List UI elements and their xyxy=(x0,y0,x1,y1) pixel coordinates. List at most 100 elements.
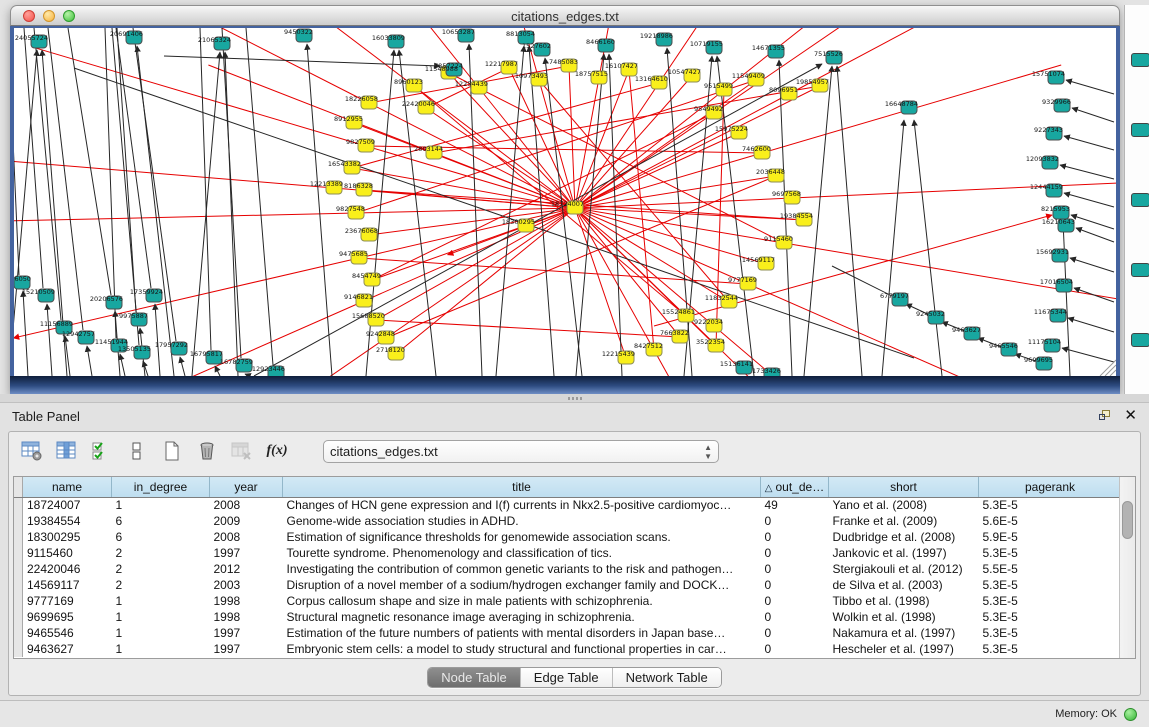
new-column-icon[interactable] xyxy=(159,438,185,464)
float-panel-icon[interactable] xyxy=(1099,410,1112,422)
graph-edge[interactable] xyxy=(47,304,52,376)
graph-edge[interactable] xyxy=(14,213,356,221)
table-row[interactable]: 911546021997Tourette syndrome. Phenomeno… xyxy=(14,545,1122,561)
row-selection-icon[interactable] xyxy=(89,438,115,464)
graph-edge[interactable] xyxy=(837,66,862,376)
row-gutter xyxy=(14,641,23,657)
graph-edge[interactable] xyxy=(575,113,714,208)
table-gutter xyxy=(14,477,23,497)
graph-edge[interactable] xyxy=(1064,136,1114,150)
graph-edge[interactable] xyxy=(23,291,28,376)
column-header-name[interactable]: name xyxy=(23,477,112,497)
graph-edge[interactable] xyxy=(914,120,942,376)
function-builder-icon[interactable]: f(x) xyxy=(264,438,290,464)
table-cell: 0 xyxy=(761,529,829,545)
graph-edge[interactable] xyxy=(575,208,680,337)
graph-node-label: 9699695 xyxy=(1024,356,1053,364)
graph-edge[interactable] xyxy=(87,346,92,376)
graph-edge[interactable] xyxy=(14,156,334,188)
delete-column-icon[interactable] xyxy=(194,438,220,464)
graph-edge[interactable] xyxy=(24,28,43,288)
graph-edge[interactable] xyxy=(14,28,19,275)
graph-edge[interactable] xyxy=(1076,228,1114,242)
graph-edge[interactable] xyxy=(1070,258,1114,272)
table-row[interactable]: 946362711997Embryonic stem cells: a mode… xyxy=(14,641,1122,657)
table-row[interactable]: 977716911998Corpus callosum shape and si… xyxy=(14,593,1122,609)
table-row[interactable]: 1830029562008Estimation of significance … xyxy=(14,529,1122,545)
table-scrollbar-thumb[interactable] xyxy=(1122,501,1133,539)
graph-node-label: 11549409 xyxy=(732,72,765,80)
graph-edge[interactable] xyxy=(84,338,386,376)
tab-node-table[interactable]: Node Table xyxy=(428,668,520,687)
column-header-pagerank[interactable]: pagerank xyxy=(979,477,1122,497)
graph-edge[interactable] xyxy=(200,28,211,350)
graph-edge[interactable] xyxy=(1060,165,1114,179)
graph-edge[interactable] xyxy=(225,52,238,376)
graph-edge[interactable] xyxy=(1105,365,1116,376)
graph-edge[interactable] xyxy=(307,44,332,376)
graph-edge[interactable] xyxy=(48,28,83,330)
graph-edge[interactable] xyxy=(1074,288,1114,302)
graph-edge[interactable] xyxy=(246,28,273,365)
graph-edge[interactable] xyxy=(164,56,440,66)
table-cell: 14569117 xyxy=(23,577,112,593)
table-scrollbar[interactable] xyxy=(1119,477,1135,658)
column-header-in_degree[interactable]: in_degree xyxy=(112,477,210,497)
column-header-out_de[interactable]: △out_de… xyxy=(761,477,829,497)
table-cell: Investigating the contribution of common… xyxy=(283,561,761,577)
table-row[interactable]: 946554611997Estimation of the future num… xyxy=(14,625,1122,641)
graph-edge[interactable] xyxy=(359,208,575,258)
graph-edge[interactable] xyxy=(34,28,61,320)
window-titlebar[interactable]: citations_edges.txt xyxy=(10,5,1120,26)
network-view-frame: 1872400718226058891295598275091654338212… xyxy=(10,26,1120,394)
graph-edge[interactable] xyxy=(372,113,714,280)
graph-edge[interactable] xyxy=(180,357,185,376)
graph-edge[interactable] xyxy=(222,28,241,358)
desktop: citations_edges.txt 18724007182260588912… xyxy=(0,0,1149,727)
graph-edge[interactable] xyxy=(792,182,1116,198)
graph-edge[interactable] xyxy=(116,28,151,288)
graph-edge[interactable] xyxy=(155,304,160,376)
table-row[interactable]: 1938455462009Genome-wide association stu… xyxy=(14,513,1122,529)
table-cell: 5.3E-5 xyxy=(979,641,1122,657)
graph-edge[interactable] xyxy=(1071,215,1114,229)
graph-node-label: 12215439 xyxy=(602,350,635,358)
table-row[interactable]: 1872400712008Changes of HCN gene express… xyxy=(14,497,1122,513)
show-columns-icon[interactable] xyxy=(54,438,80,464)
graph-edge[interactable] xyxy=(120,354,125,376)
table-row[interactable]: 1456911722003Disruption of a novel membe… xyxy=(14,577,1122,593)
tab-network-table[interactable]: Network Table xyxy=(612,668,721,687)
graph-edge[interactable] xyxy=(1064,193,1114,207)
graph-edge[interactable] xyxy=(396,208,575,354)
table-cell: 0 xyxy=(761,513,829,529)
graph-edge[interactable] xyxy=(1072,108,1114,122)
graph-edge[interactable] xyxy=(215,366,220,376)
row-gutter xyxy=(14,545,23,561)
panel-splitter[interactable] xyxy=(0,394,1149,403)
graph-edge[interactable] xyxy=(1062,348,1114,362)
column-header-short[interactable]: short xyxy=(829,477,979,497)
graph-edge[interactable] xyxy=(1066,80,1114,94)
graph-edge[interactable] xyxy=(1068,318,1114,332)
table-cell: Corpus callosum shape and size in male p… xyxy=(283,593,761,609)
splitter-grip[interactable] xyxy=(568,397,582,400)
table-row[interactable]: 969969511998Structural magnetic resonanc… xyxy=(14,609,1122,625)
tab-edge-table[interactable]: Edge Table xyxy=(520,668,612,687)
graph-edge[interactable] xyxy=(496,46,524,376)
close-panel-icon[interactable]: ✕ xyxy=(1124,410,1137,422)
table-mode-icon[interactable] xyxy=(19,438,45,464)
column-header-title[interactable]: title xyxy=(283,477,761,497)
graph-edge[interactable] xyxy=(376,320,680,337)
graph-edge[interactable] xyxy=(1063,221,1070,376)
graph-node-label: 16033809 xyxy=(372,34,405,42)
network-canvas[interactable]: 1872400718226058891295598275091654338212… xyxy=(14,28,1116,376)
graph-edge[interactable] xyxy=(882,120,904,376)
table-cell: Nakamura et al. (1997) xyxy=(829,625,979,641)
graph-edge[interactable] xyxy=(575,208,748,284)
table-row[interactable]: 2242004622012Investigating the contribut… xyxy=(14,561,1122,577)
graph-edge[interactable] xyxy=(448,226,526,255)
graph-node-label: 18724007 xyxy=(551,200,584,208)
table-select-dropdown[interactable]: citations_edges.txt ▲▼ xyxy=(323,440,719,463)
column-header-year[interactable]: year xyxy=(210,477,283,497)
rows-icon[interactable] xyxy=(124,438,150,464)
